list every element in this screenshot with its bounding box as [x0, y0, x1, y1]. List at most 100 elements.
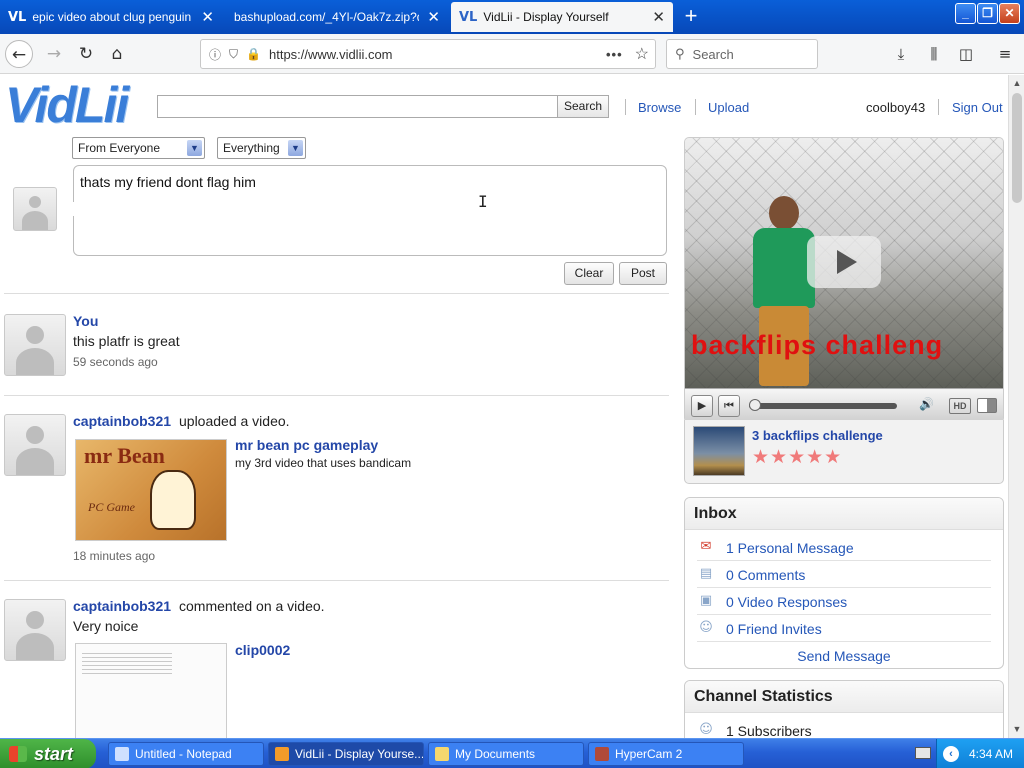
text-cursor-icon: I [478, 192, 488, 211]
inbox-item-comments[interactable]: ▤ 0 Comments [697, 561, 991, 588]
video-title-link[interactable]: clip0002 [235, 642, 290, 658]
now-playing-box: 3 backflips challenge ★★★★★ [684, 420, 1004, 484]
video-thumbnail[interactable] [75, 643, 227, 738]
start-button[interactable]: start [0, 739, 96, 768]
browser-search-box[interactable]: ⚲ Search [666, 39, 818, 69]
close-icon[interactable]: ✕ [427, 8, 440, 26]
video-frame[interactable]: backflips challeng [685, 138, 1003, 388]
feed-user-link[interactable]: captainbob321 [73, 413, 171, 429]
inbox-item-label[interactable]: 1 Personal Message [726, 540, 854, 556]
back-arrow-icon[interactable]: ← [5, 40, 33, 68]
skip-back-icon[interactable]: ⏮ [718, 395, 740, 417]
taskbar-item-label: VidLii - Display Yourse... [295, 747, 424, 761]
star-rating[interactable]: ★★★★★ [752, 446, 842, 469]
tracking-shield-icon[interactable]: ⛉ [229, 47, 238, 62]
reload-icon[interactable]: ↻ [72, 40, 100, 68]
username-link[interactable]: coolboy43 [866, 100, 925, 115]
taskbar-firefox[interactable]: VidLii - Display Yourse... [268, 742, 424, 766]
minimize-icon[interactable]: _ [955, 3, 976, 24]
feed-user-link[interactable]: captainbob321 [73, 598, 171, 614]
start-label: start [34, 744, 74, 764]
inbox-title: Inbox [685, 498, 1003, 530]
inbox-item-label[interactable]: 0 Video Responses [726, 594, 847, 610]
taskbar-my-documents[interactable]: My Documents [428, 742, 584, 766]
video-player[interactable]: backflips challeng ▶ ⏮ 🔊 HD [684, 137, 1004, 423]
url-text[interactable]: https://www.vidlii.com [269, 47, 606, 62]
chevron-down-icon: ▼ [288, 140, 303, 156]
web-page: VidLii Search Browse Upload coolboy43 Si… [0, 75, 1008, 738]
library-icon[interactable]: ⫼ [922, 42, 946, 66]
scroll-down-icon[interactable]: ▼ [1011, 723, 1023, 735]
close-icon[interactable]: ✕ [201, 8, 214, 26]
page-scrollbar[interactable]: ▲ ▼ [1008, 75, 1024, 738]
taskbar-hypercam[interactable]: HyperCam 2 [588, 742, 744, 766]
keyboard-icon[interactable] [915, 747, 931, 759]
new-tab-plus-icon[interactable]: + [679, 4, 703, 28]
nav-divider [695, 99, 696, 115]
vidlii-icon: VL [8, 9, 27, 25]
content-type-select[interactable]: Everything ▼ [217, 137, 306, 159]
page-actions-icon[interactable]: ••• [606, 47, 623, 62]
site-search-button[interactable]: Search [557, 95, 609, 118]
inbox-item-label[interactable]: 0 Friend Invites [726, 621, 822, 637]
divider [4, 580, 669, 581]
now-playing-title[interactable]: 3 backflips challenge [752, 428, 883, 443]
download-icon[interactable]: ⤓ [889, 42, 913, 66]
video-thumbnail[interactable]: mr Bean PC Game [75, 439, 227, 541]
taskbar-notepad[interactable]: Untitled - Notepad [108, 742, 264, 766]
scroll-up-icon[interactable]: ▲ [1011, 77, 1023, 89]
url-bar[interactable]: ⓘ ⛉ 🔒 https://www.vidlii.com ••• ☆ [200, 39, 656, 69]
tab-clug-penguin[interactable]: VL epic video about clug penguin - go ✕ [0, 2, 222, 32]
bookmark-star-icon[interactable]: ☆ [635, 44, 649, 64]
avatar[interactable] [4, 414, 66, 476]
now-playing-thumbnail[interactable] [693, 426, 745, 476]
browse-link[interactable]: Browse [638, 100, 681, 115]
browser-nav-bar: ← → ↻ ⌂ ⓘ ⛉ 🔒 https://www.vidlii.com •••… [0, 34, 1024, 74]
send-message-link[interactable]: Send Message [685, 648, 1003, 664]
fullscreen-icon[interactable] [977, 398, 997, 413]
scrollbar-thumb[interactable] [1012, 93, 1022, 203]
divider [4, 293, 669, 294]
audience-select[interactable]: From Everyone ▼ [72, 137, 205, 159]
tab-bashupload[interactable]: bashupload.com/_4Yl-/Oak7z.zip?dow ✕ [226, 2, 448, 32]
inbox-item-personal-messages[interactable]: ✉ 1 Personal Message [697, 534, 991, 561]
volume-icon[interactable]: 🔊 [919, 397, 934, 411]
sidebar-icon[interactable]: ◫ [954, 42, 978, 66]
video-title-link[interactable]: mr bean pc gameplay [235, 437, 378, 453]
info-icon[interactable]: ⓘ [209, 46, 221, 63]
menu-icon[interactable]: ≡ [993, 42, 1017, 66]
envelope-icon: ✉ [700, 539, 712, 554]
inbox-item-friend-invites[interactable]: ☺ 0 Friend Invites [697, 615, 991, 642]
avatar[interactable] [4, 599, 66, 661]
status-composer-textarea[interactable]: thats my friend dont flag him [73, 165, 667, 256]
player-controls: ▶ ⏮ 🔊 HD [685, 388, 1003, 422]
upload-link[interactable]: Upload [708, 100, 749, 115]
tray-arrow-icon[interactable]: ‹ [943, 746, 959, 762]
close-icon[interactable]: ✕ [652, 8, 665, 26]
play-icon[interactable]: ▶ [691, 395, 713, 417]
seek-handle[interactable] [749, 399, 761, 411]
maximize-icon[interactable]: ❐ [977, 3, 998, 24]
window-close-icon[interactable]: ✕ [999, 3, 1020, 24]
post-button[interactable]: Post [619, 262, 667, 285]
folder-icon [435, 747, 449, 761]
avatar[interactable] [4, 314, 66, 376]
chevron-down-icon: ▼ [187, 140, 202, 156]
site-search-input[interactable] [157, 95, 558, 118]
feed-user-link[interactable]: You [73, 313, 98, 329]
tab-vidlii[interactable]: VL VidLii - Display Yourself ✕ [451, 2, 673, 32]
video-response-icon: ▣ [699, 593, 713, 608]
clock[interactable]: 4:34 AM [969, 747, 1013, 761]
big-play-icon[interactable] [807, 236, 881, 288]
sign-out-link[interactable]: Sign Out [952, 100, 1003, 115]
forward-arrow-icon[interactable]: → [40, 40, 68, 68]
inbox-item-video-responses[interactable]: ▣ 0 Video Responses [697, 588, 991, 615]
clear-button[interactable]: Clear [564, 262, 614, 285]
home-icon[interactable]: ⌂ [103, 40, 131, 68]
vidlii-logo[interactable]: VidLii [5, 80, 129, 130]
channel-statistics-panel: Channel Statistics ☺ 1 Subscribers [684, 680, 1004, 738]
inbox-item-label[interactable]: 0 Comments [726, 567, 805, 583]
lock-icon[interactable]: 🔒 [246, 47, 261, 61]
hd-icon[interactable]: HD [949, 398, 971, 414]
seek-bar[interactable] [749, 403, 897, 409]
